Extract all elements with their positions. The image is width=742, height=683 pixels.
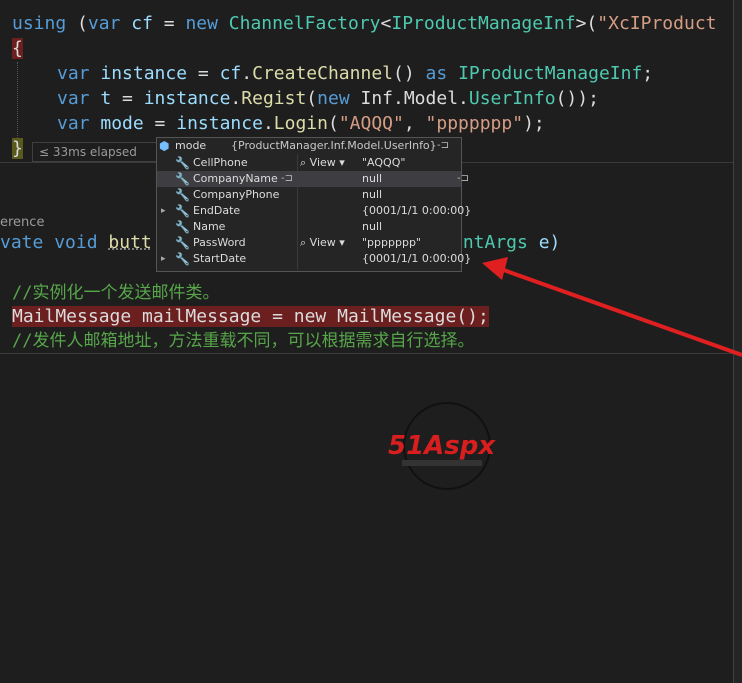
red-arrow bbox=[482, 257, 742, 357]
